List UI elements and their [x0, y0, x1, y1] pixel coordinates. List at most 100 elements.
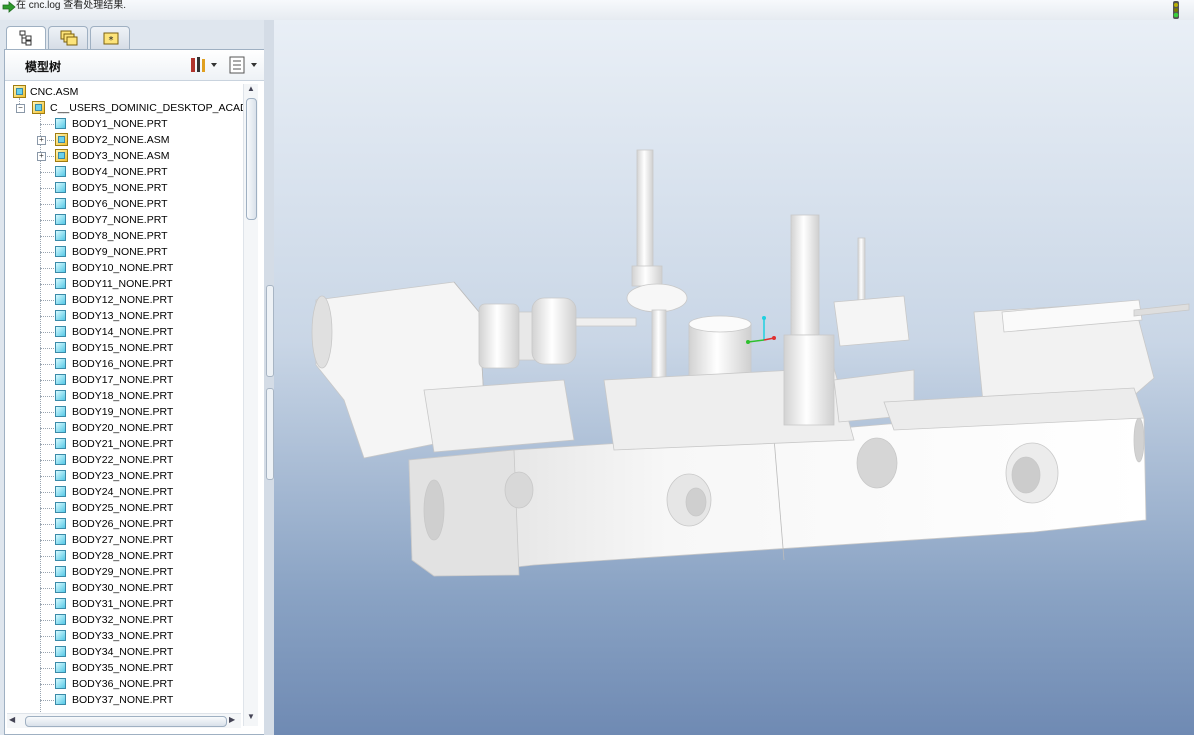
tree-line: [40, 396, 54, 397]
tree-item[interactable]: BODY9_NONE.PRT: [7, 244, 243, 260]
part-icon: [55, 566, 66, 577]
tree-item[interactable]: BODY16_NONE.PRT: [7, 356, 243, 372]
splitter-grip[interactable]: [266, 285, 274, 377]
assembly-icon: [32, 101, 45, 114]
tree-item-label: BODY3_NONE.ASM: [72, 150, 170, 162]
part-icon: [55, 214, 66, 225]
vertical-scroll-thumb[interactable]: [246, 98, 257, 220]
tree-item[interactable]: BODY13_NONE.PRT: [7, 308, 243, 324]
tree-item-label: BODY27_NONE.PRT: [72, 534, 174, 546]
traffic-light-icon[interactable]: [1170, 1, 1182, 19]
scroll-down-icon[interactable]: ▼: [246, 712, 256, 724]
tree-line: [40, 428, 54, 429]
tree-item[interactable]: BODY10_NONE.PRT: [7, 260, 243, 276]
tree-item-label: BODY35_NONE.PRT: [72, 662, 174, 674]
tree-item[interactable]: BODY31_NONE.PRT: [7, 596, 243, 612]
tree-item[interactable]: BODY12_NONE.PRT: [7, 292, 243, 308]
tree-item[interactable]: BODY23_NONE.PRT: [7, 468, 243, 484]
collapse-icon[interactable]: −: [16, 104, 25, 113]
tree-line: [40, 172, 54, 173]
tree-item[interactable]: + BODY3_NONE.ASM: [7, 148, 243, 164]
graphics-viewport[interactable]: [274, 20, 1194, 735]
horizontal-scroll-thumb[interactable]: [25, 716, 227, 727]
scroll-right-icon[interactable]: ▶: [229, 715, 235, 724]
tree-item[interactable]: BODY1_NONE.PRT: [7, 116, 243, 132]
tree-line: [40, 556, 54, 557]
panel-splitter[interactable]: [264, 20, 274, 735]
tree-tools-button[interactable]: [187, 55, 221, 75]
tree-item-label: BODY1_NONE.PRT: [72, 118, 168, 130]
tree-item[interactable]: BODY15_NONE.PRT: [7, 340, 243, 356]
star-folder-icon: *: [103, 32, 119, 46]
tab-layers[interactable]: [48, 26, 88, 49]
tree-root[interactable]: CNC.ASM: [7, 84, 237, 100]
part-icon: [55, 438, 66, 449]
tab-model-tree[interactable]: [6, 26, 46, 50]
part-icon: [55, 422, 66, 433]
tree-item[interactable]: BODY5_NONE.PRT: [7, 180, 243, 196]
tree-item[interactable]: BODY32_NONE.PRT: [7, 612, 243, 628]
tree-line: [40, 124, 54, 125]
tree-item-label: BODY23_NONE.PRT: [72, 470, 174, 482]
tree-item[interactable]: BODY14_NONE.PRT: [7, 324, 243, 340]
tree-item[interactable]: BODY18_NONE.PRT: [7, 388, 243, 404]
expand-icon[interactable]: +: [37, 136, 46, 145]
tree-item[interactable]: BODY11_NONE.PRT: [7, 276, 243, 292]
part-icon: [55, 502, 66, 513]
tree-item[interactable]: BODY29_NONE.PRT: [7, 564, 243, 580]
tree-item-label: BODY25_NONE.PRT: [72, 502, 174, 514]
horizontal-scrollbar[interactable]: ◀ ▶: [7, 713, 241, 728]
message-text: 在 cnc.log 查看处理结果.: [16, 0, 127, 11]
tree-item[interactable]: BODY7_NONE.PRT: [7, 212, 243, 228]
tree-item[interactable]: BODY6_NONE.PRT: [7, 196, 243, 212]
tree-item[interactable]: BODY25_NONE.PRT: [7, 500, 243, 516]
part-icon: [55, 262, 66, 273]
tree-item[interactable]: BODY21_NONE.PRT: [7, 436, 243, 452]
tree-item[interactable]: BODY37_NONE.PRT: [7, 692, 243, 708]
tree-item[interactable]: BODY22_NONE.PRT: [7, 452, 243, 468]
tree-item[interactable]: BODY33_NONE.PRT: [7, 628, 243, 644]
tree-line: [40, 220, 54, 221]
arrow-right-icon: [2, 1, 16, 13]
tree-item[interactable]: BODY8_NONE.PRT: [7, 228, 243, 244]
show-settings-icon: [229, 56, 257, 74]
tree-item[interactable]: BODY24_NONE.PRT: [7, 484, 243, 500]
splitter-grip[interactable]: [266, 388, 274, 480]
tree-line: [40, 620, 54, 621]
tree-item-label: BODY2_NONE.ASM: [72, 134, 170, 146]
part-icon: [55, 182, 66, 193]
tree-item[interactable]: BODY36_NONE.PRT: [7, 676, 243, 692]
show-settings-button[interactable]: [227, 55, 261, 75]
tree-item-label: BODY6_NONE.PRT: [72, 198, 168, 210]
tree-item[interactable]: BODY4_NONE.PRT: [7, 164, 243, 180]
tab-favorites[interactable]: *: [90, 26, 130, 49]
tree-item[interactable]: BODY27_NONE.PRT: [7, 532, 243, 548]
tree-item-label: BODY24_NONE.PRT: [72, 486, 174, 498]
cnc-assembly-model[interactable]: [274, 20, 1194, 735]
tree-line: [40, 252, 54, 253]
tree-item-label: BODY18_NONE.PRT: [72, 390, 174, 402]
assembly-icon: [55, 133, 68, 146]
scroll-left-icon[interactable]: ◀: [9, 715, 15, 724]
tree-item[interactable]: BODY19_NONE.PRT: [7, 404, 243, 420]
vertical-scrollbar[interactable]: ▲ ▼: [243, 84, 258, 726]
tree-item[interactable]: BODY35_NONE.PRT: [7, 660, 243, 676]
tree-line: [40, 636, 54, 637]
part-icon: [55, 310, 66, 321]
tree-item[interactable]: BODY17_NONE.PRT: [7, 372, 243, 388]
tree-item-label: BODY11_NONE.PRT: [72, 278, 173, 290]
expand-icon[interactable]: +: [37, 152, 46, 161]
tree-item[interactable]: BODY26_NONE.PRT: [7, 516, 243, 532]
tree-item[interactable]: BODY34_NONE.PRT: [7, 644, 243, 660]
part-icon: [55, 246, 66, 257]
scroll-up-icon[interactable]: ▲: [246, 84, 256, 96]
tree-item[interactable]: BODY28_NONE.PRT: [7, 548, 243, 564]
tree-line: [40, 540, 54, 541]
part-icon: [55, 486, 66, 497]
tree-item-label: BODY4_NONE.PRT: [72, 166, 168, 178]
tree-item[interactable]: BODY30_NONE.PRT: [7, 580, 243, 596]
tree-body: CNC.ASM − C__USERS_DOMINIC_DESKTOP_ACAD …: [7, 84, 243, 712]
tree-item[interactable]: + BODY2_NONE.ASM: [7, 132, 243, 148]
tree-subassembly[interactable]: − C__USERS_DOMINIC_DESKTOP_ACAD: [7, 100, 243, 116]
tree-item[interactable]: BODY20_NONE.PRT: [7, 420, 243, 436]
